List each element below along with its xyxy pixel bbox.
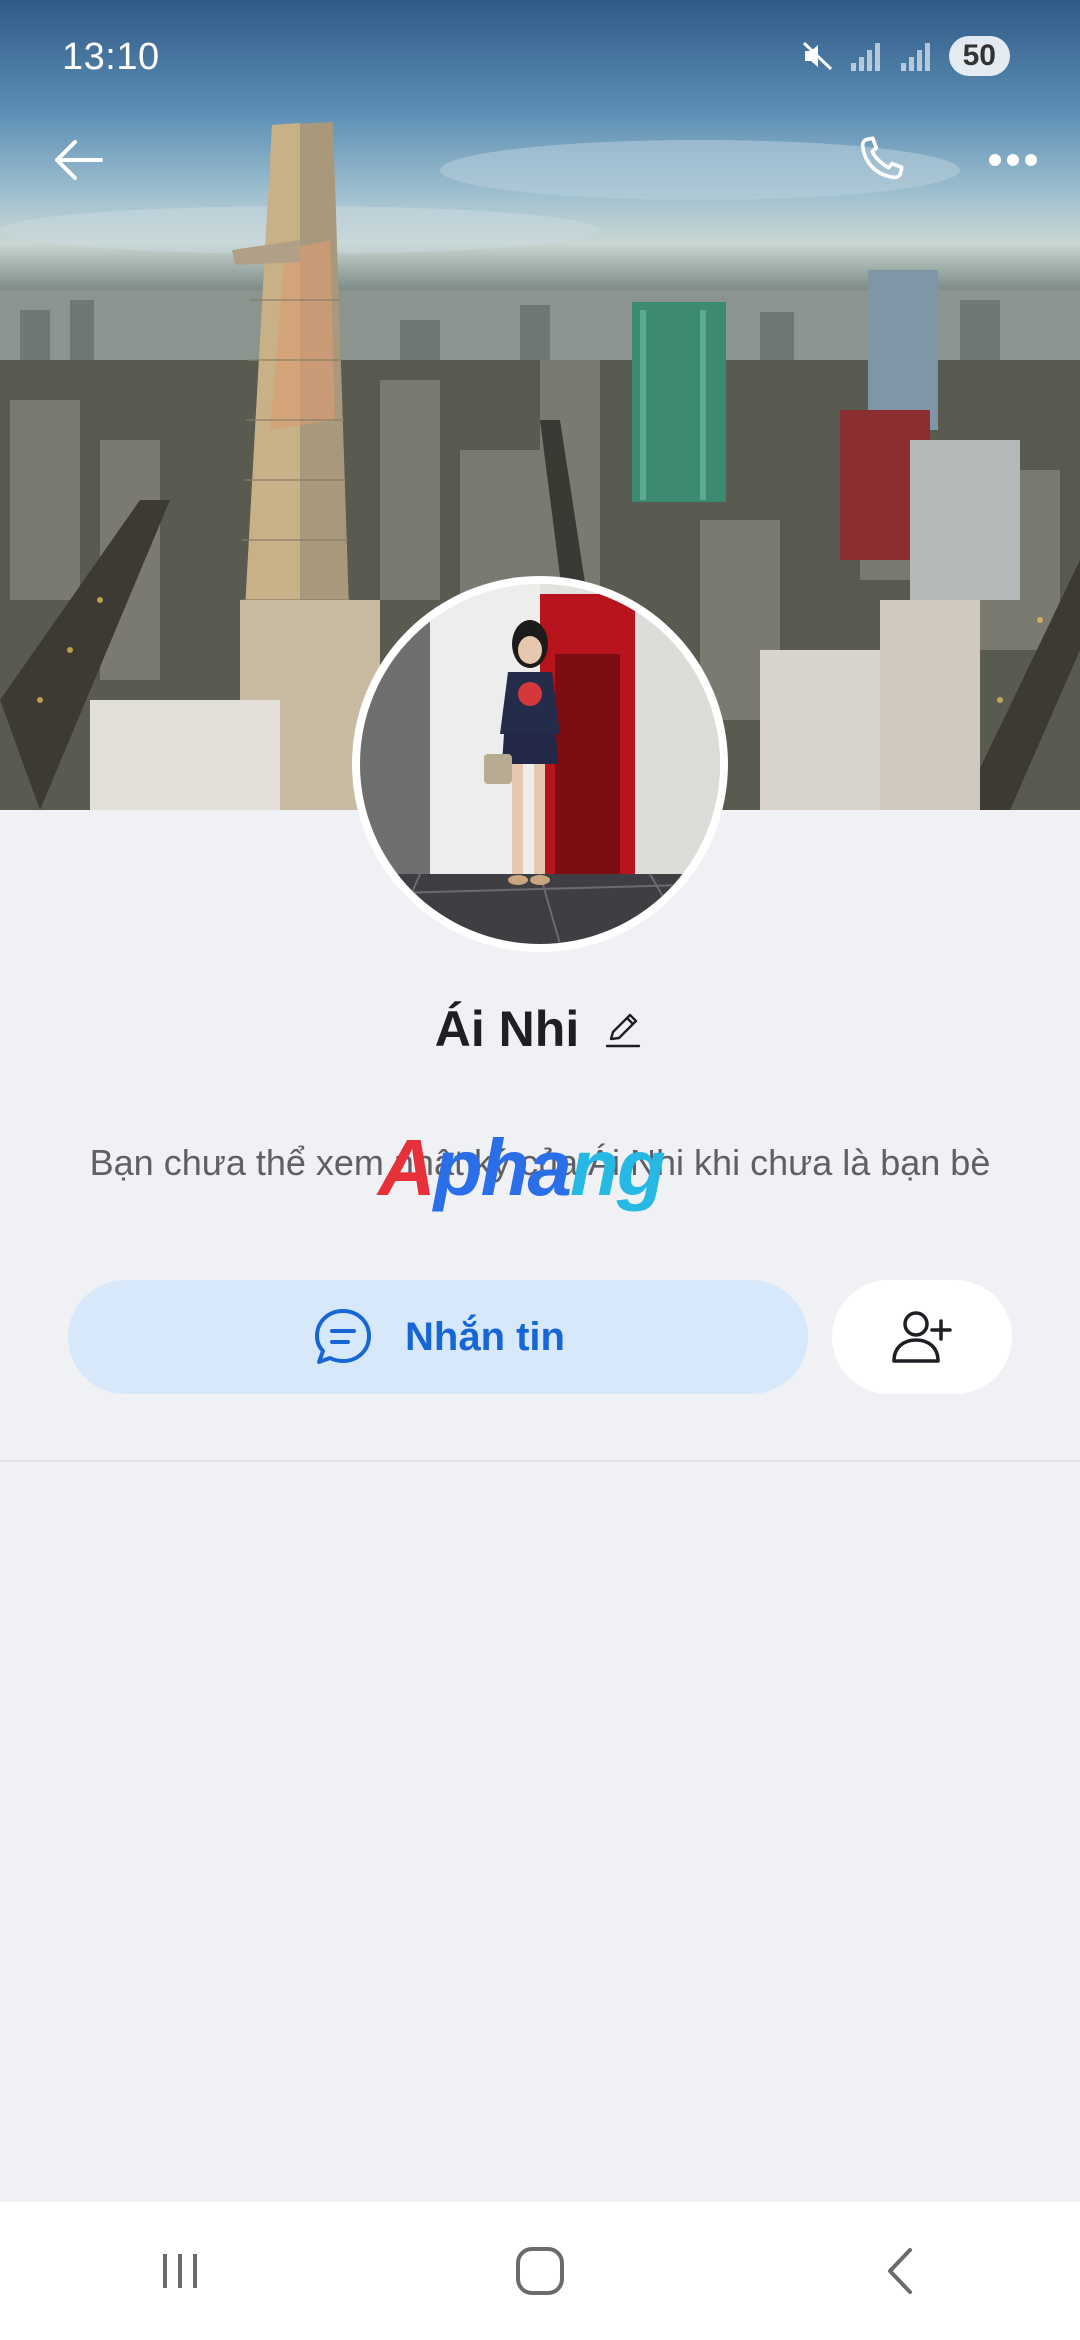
add-friend-button[interactable] <box>832 1280 1012 1394</box>
home-icon <box>516 2247 564 2295</box>
profile-name-row: Ái Nhi <box>0 1000 1080 1058</box>
edit-pencil-icon[interactable] <box>601 1007 645 1051</box>
back-arrow-icon <box>55 140 103 180</box>
back-button[interactable] <box>44 125 114 195</box>
send-message-button[interactable]: Nhắn tin <box>68 1280 808 1394</box>
home-button[interactable] <box>490 2231 590 2311</box>
phone-icon <box>860 136 904 180</box>
avatar-photo <box>360 584 720 944</box>
call-button[interactable] <box>845 125 915 195</box>
watermark-logo: Aphang <box>378 1123 666 1212</box>
more-dots-icon <box>989 154 1037 166</box>
add-user-icon <box>892 1311 952 1363</box>
system-back-button[interactable] <box>850 2231 950 2311</box>
profile-avatar[interactable] <box>352 576 728 952</box>
battery-indicator: 50 <box>948 36 1010 76</box>
send-message-label: Nhắn tin <box>405 1314 565 1359</box>
status-bar: 13:10 50 <box>0 0 1080 120</box>
profile-name: Ái Nhi <box>434 1001 580 1057</box>
section-divider <box>0 1460 1080 1462</box>
signal-icon <box>900 43 930 71</box>
signal-icon <box>850 43 880 71</box>
system-navigation-bar <box>0 2202 1080 2340</box>
chat-bubble-icon <box>315 1309 371 1364</box>
mute-icon <box>802 41 832 71</box>
recent-apps-icon <box>163 2254 197 2288</box>
more-options-button[interactable] <box>978 125 1048 195</box>
recent-apps-button[interactable] <box>130 2231 230 2311</box>
status-time: 13:10 <box>62 36 160 78</box>
back-icon <box>888 2248 912 2294</box>
